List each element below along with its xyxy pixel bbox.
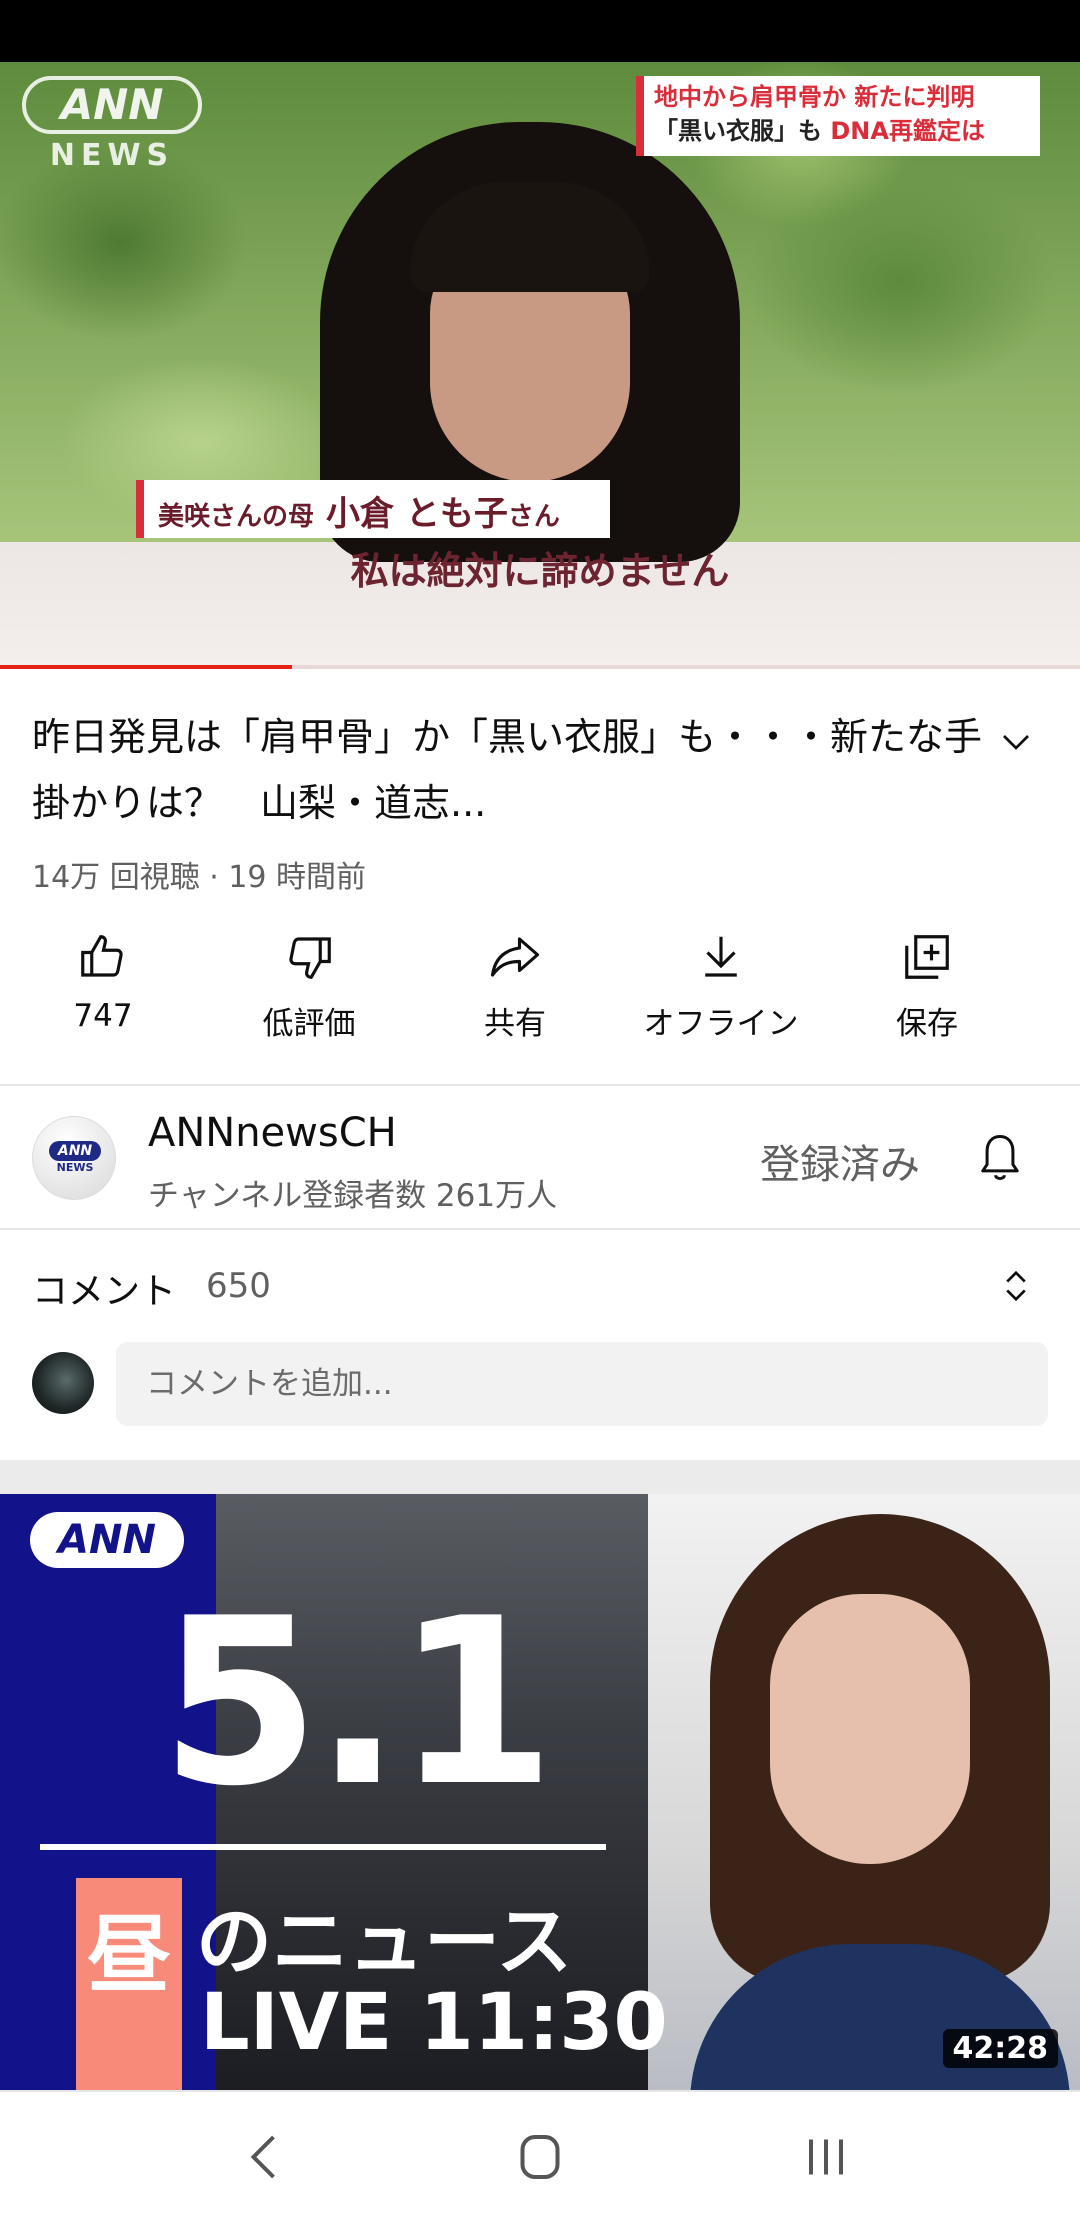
next-video-thumbnail[interactable]: ANN 5.1 昼 のニュース LIVE 11:30 42:28 <box>0 1494 1080 2090</box>
section-gap <box>0 1460 1080 1494</box>
action-bar: 747 低評価 共有 オフライン 保存 <box>0 930 1080 1060</box>
comment-input[interactable]: コメントを追加... <box>116 1342 1048 1426</box>
thumbnail-news-text: のニュース <box>196 1897 573 1986</box>
chevron-down-icon[interactable] <box>998 724 1034 760</box>
save-playlist-icon <box>905 935 949 979</box>
video-duration-badge: 42:28 <box>942 2029 1058 2068</box>
video-caption: 私は絶対に諦めません <box>350 549 730 593</box>
thumbnail-hiru: 昼 <box>76 1878 182 2090</box>
share-icon <box>490 937 540 977</box>
video-progress-fill <box>0 665 292 669</box>
home-icon[interactable] <box>510 2132 570 2182</box>
divider <box>0 1228 1080 1230</box>
comments-count: 650 <box>206 1266 271 1306</box>
expand-comments-icon[interactable] <box>998 1264 1034 1308</box>
subscribed-button[interactable]: 登録済み <box>760 1132 920 1190</box>
video-progress-bar[interactable] <box>0 665 1080 669</box>
divider <box>0 1084 1080 1086</box>
anchor-person <box>690 1514 1070 2090</box>
dislike-button[interactable]: 低評価 <box>206 930 412 1060</box>
video-title[interactable]: 昨日発見は「肩甲骨」か「黒い衣服」も・・・新たな手掛かりは？ 山梨・道志... <box>32 704 982 836</box>
video-meta: 14万 回視聴 · 19 時間前 <box>32 860 367 895</box>
thumbnail-rule <box>40 1844 606 1850</box>
ann-news-logo: ANN NEWS <box>22 76 202 176</box>
channel-subscribers: チャンネル登録者数 261万人 <box>148 1178 558 1214</box>
ann-logo: ANN <box>30 1512 184 1568</box>
comments-label[interactable]: コメント <box>32 1262 176 1314</box>
news-headline-overlay: 地中から肩甲骨か 新たに判明 「黒い衣服」も DNA再鑑定は <box>636 76 1040 156</box>
like-button[interactable]: 747 <box>0 930 206 1060</box>
channel-name[interactable]: ANNnewsCH <box>148 1110 397 1156</box>
status-bar <box>0 0 1080 62</box>
save-button[interactable]: 保存 <box>824 930 1030 1060</box>
thumbnail-live-text: LIVE 11:30 <box>200 1978 668 2068</box>
system-navigation-bar <box>0 2090 1080 2220</box>
thumbnail-date: 5.1 <box>160 1570 555 1837</box>
share-button[interactable]: 共有 <box>412 930 618 1060</box>
video-player[interactable]: ANN NEWS 地中から肩甲骨か 新たに判明 「黒い衣服」も DNA再鑑定は … <box>0 62 1080 669</box>
user-avatar <box>32 1352 94 1414</box>
download-button[interactable]: オフライン <box>618 930 824 1060</box>
thumbs-up-icon <box>81 935 123 977</box>
recent-apps-icon[interactable] <box>796 2132 856 2182</box>
thumbs-down-icon <box>289 937 331 979</box>
download-icon <box>705 936 737 977</box>
speaker-name-overlay: 美咲さんの母 小倉 とも子さん <box>136 480 610 538</box>
bell-icon[interactable] <box>974 1130 1026 1186</box>
back-icon[interactable] <box>236 2132 296 2182</box>
channel-avatar[interactable]: ANN NEWS <box>32 1116 116 1200</box>
